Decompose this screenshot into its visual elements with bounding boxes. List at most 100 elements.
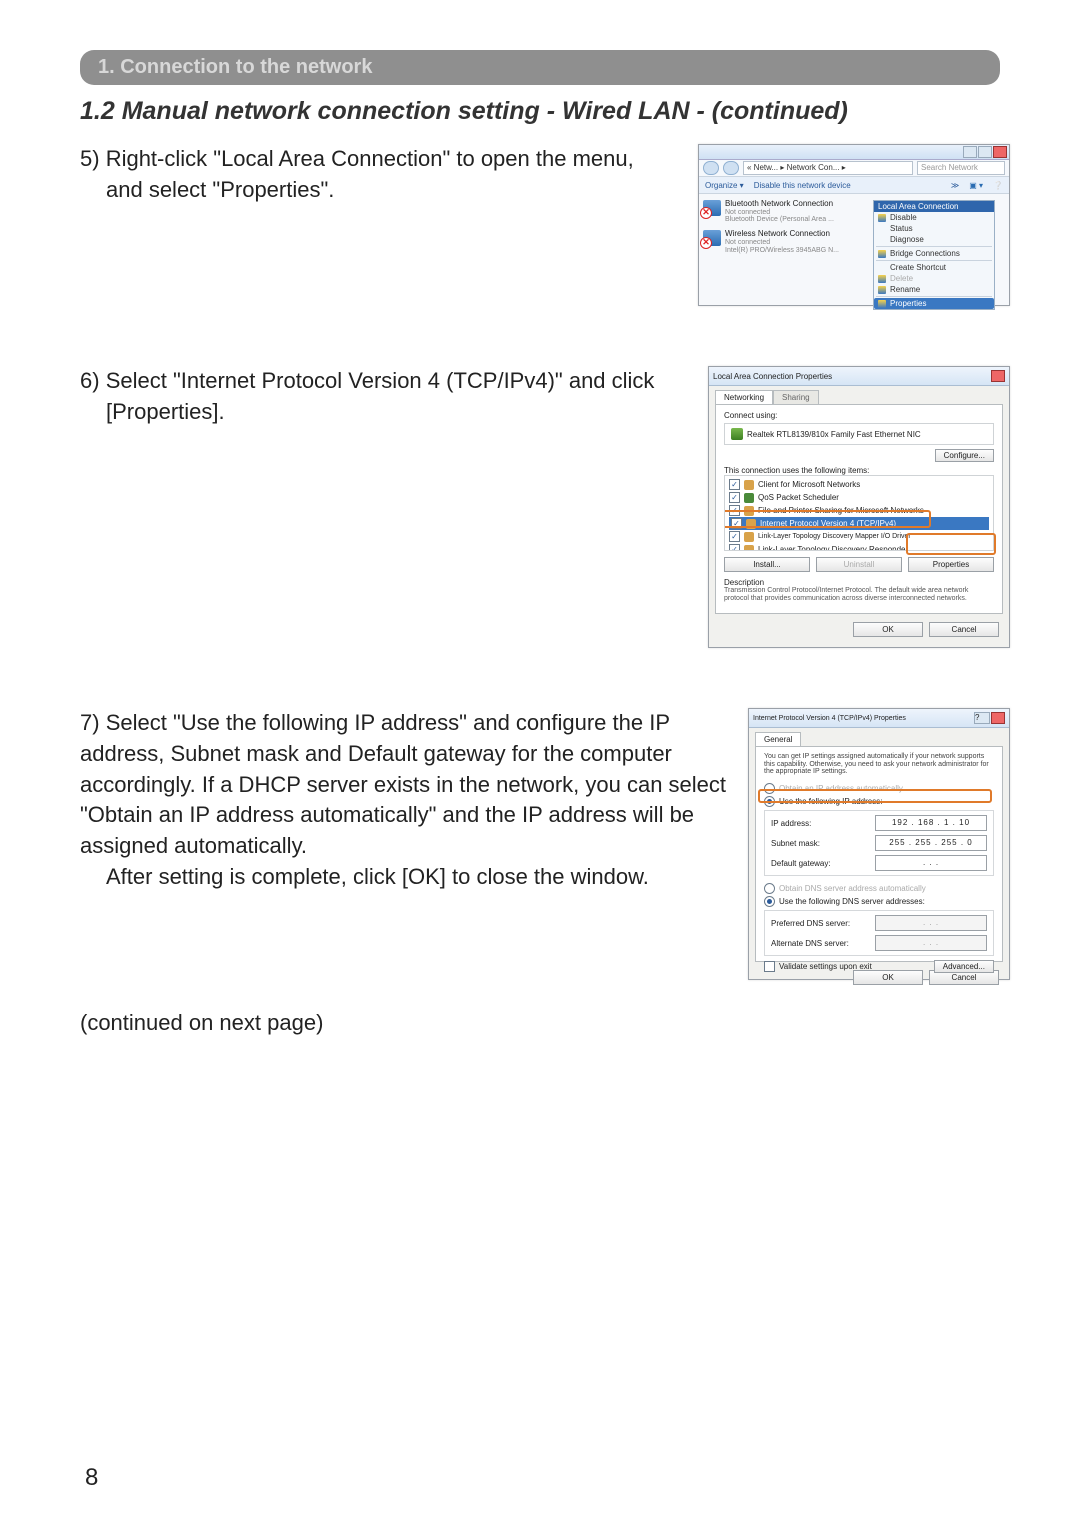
item-ipv4-selected[interactable]: ✓Internet Protocol Version 4 (TCP/IPv4) xyxy=(729,517,989,530)
lan-properties-dialog: Local Area Connection Properties Network… xyxy=(708,366,1010,648)
mask-input[interactable]: 255 . 255 . 255 . 0 xyxy=(875,835,987,851)
step-6-thumbnail: Local Area Connection Properties Network… xyxy=(708,366,1010,648)
validate-checkbox[interactable]: Validate settings upon exit xyxy=(764,960,872,973)
section-title: 1.2 Manual network connection setting - … xyxy=(80,97,1010,126)
section-header-bar: 1. Connection to the network xyxy=(80,50,1000,85)
step-5-text: 5) Right-click "Local Area Connection" t… xyxy=(80,144,678,206)
advanced-button[interactable]: Advanced... xyxy=(934,960,994,973)
dns1-label: Preferred DNS server: xyxy=(771,919,850,928)
step-5-number: 5) xyxy=(80,146,100,171)
ctx-delete[interactable]: Delete xyxy=(874,273,994,284)
dns2-label: Alternate DNS server: xyxy=(771,939,849,948)
ok-button[interactable]: OK xyxy=(853,622,923,637)
step-7-number: 7) xyxy=(80,710,100,735)
step-6-line1: Select "Internet Protocol Version 4 (TCP… xyxy=(106,368,655,393)
disconnected-icon: ✕ xyxy=(700,237,712,249)
explorer-address-bar: « Netw... ▸ Network Con... ▸ Search Netw… xyxy=(699,160,1009,177)
install-button[interactable]: Install... xyxy=(724,557,810,572)
explorer-titlebar xyxy=(699,145,1009,160)
shield-icon xyxy=(878,300,886,308)
conn2-title: Wireless Network Connection xyxy=(725,230,839,239)
organize-menu[interactable]: Organize ▾ xyxy=(705,181,744,190)
ctx-diagnose[interactable]: Diagnose xyxy=(874,234,994,245)
close-button[interactable] xyxy=(991,712,1005,724)
conn1-sub: Bluetooth Device (Personal Area ... xyxy=(725,216,834,224)
configure-button[interactable]: Configure... xyxy=(935,449,994,462)
maximize-button[interactable] xyxy=(978,146,992,158)
uninstall-button[interactable]: Uninstall xyxy=(816,557,902,572)
connection-list: ✕ Bluetooth Network Connection Not conne… xyxy=(699,194,869,308)
cancel-button[interactable]: Cancel xyxy=(929,622,999,637)
radio-obtain-ip[interactable]: Obtain an IP address automatically xyxy=(764,782,994,795)
step-7-text: 7) Select "Use the following IP address"… xyxy=(80,708,728,893)
shield-icon xyxy=(878,250,886,258)
explorer-toolbar: Organize ▾ Disable this network device ≫… xyxy=(699,177,1009,194)
ctx-disable[interactable]: Disable xyxy=(874,212,994,223)
step-6: 6) Select "Internet Protocol Version 4 (… xyxy=(80,366,1010,648)
item-lltd-driver[interactable]: ✓Link-Layer Topology Discovery Mapper I/… xyxy=(729,530,989,543)
forward-button[interactable] xyxy=(723,161,739,175)
ctx-header: Local Area Connection xyxy=(874,201,994,212)
dns2-input[interactable]: . . . xyxy=(875,935,987,951)
step-6-number: 6) xyxy=(80,368,100,393)
item-client[interactable]: ✓Client for Microsoft Networks xyxy=(729,478,989,491)
context-menu: Local Area Connection Disable Status Dia… xyxy=(873,200,995,310)
item-fps[interactable]: ✓File and Printer Sharing for Microsoft … xyxy=(729,504,989,517)
properties-button[interactable]: Properties xyxy=(908,557,994,572)
connection-item-bluetooth[interactable]: ✕ Bluetooth Network Connection Not conne… xyxy=(703,200,865,224)
back-button[interactable] xyxy=(703,161,719,175)
description-label: Description xyxy=(724,578,994,587)
disconnected-icon: ✕ xyxy=(700,207,712,219)
shield-icon xyxy=(878,214,886,222)
ctx-rename[interactable]: Rename xyxy=(874,284,994,295)
connection-item-wireless[interactable]: ✕ Wireless Network Connection Not connec… xyxy=(703,230,865,254)
gateway-input[interactable]: . . . xyxy=(875,855,987,871)
page-number: 8 xyxy=(85,1464,98,1492)
tab-sharing[interactable]: Sharing xyxy=(773,390,819,404)
help-button[interactable]: ? xyxy=(974,712,990,724)
tab-general[interactable]: General xyxy=(755,732,801,746)
radio-use-ip[interactable]: Use the following IP address: xyxy=(764,795,994,808)
close-button[interactable] xyxy=(993,146,1007,158)
item-qos[interactable]: ✓QoS Packet Scheduler xyxy=(729,491,989,504)
step-5-line2: and select "Properties". xyxy=(80,175,334,206)
items-label: This connection uses the following items… xyxy=(724,466,994,475)
step-6-line2: [Properties]. xyxy=(80,397,225,428)
radio-obtain-dns[interactable]: Obtain DNS server address automatically xyxy=(764,882,994,895)
conn2-status: Not connected xyxy=(725,239,839,247)
network-icon: ✕ xyxy=(703,230,721,246)
conn2-sub: Intel(R) PRO/Wireless 3945ABG N... xyxy=(725,247,839,255)
disable-device-button[interactable]: Disable this network device xyxy=(754,181,851,190)
general-panel: You can get IP settings assigned automat… xyxy=(755,746,1003,962)
step-7-para1: Select "Use the following IP address" an… xyxy=(80,710,726,858)
ipv4-properties-dialog: Internet Protocol Version 4 (TCP/IPv4) P… xyxy=(748,708,1010,980)
nic-name: Realtek RTL8139/810x Family Fast Etherne… xyxy=(747,430,921,439)
conn1-title: Bluetooth Network Connection xyxy=(725,200,834,209)
step-5-thumbnail: « Netw... ▸ Network Con... ▸ Search Netw… xyxy=(698,144,1010,306)
ctx-status[interactable]: Status xyxy=(874,223,994,234)
dialog-title: Internet Protocol Version 4 (TCP/IPv4) P… xyxy=(753,715,906,722)
search-input[interactable]: Search Network Connections xyxy=(917,161,1005,175)
step-5: 5) Right-click "Local Area Connection" t… xyxy=(80,144,1010,306)
ip-input[interactable]: 192 . 168 . 1 . 10 xyxy=(875,815,987,831)
step-7-thumbnail: Internet Protocol Version 4 (TCP/IPv4) P… xyxy=(748,708,1010,980)
shield-icon xyxy=(878,275,886,283)
networking-panel: Connect using: Realtek RTL8139/810x Fami… xyxy=(715,404,1003,614)
ctx-bridge[interactable]: Bridge Connections xyxy=(874,248,994,259)
dns1-input[interactable]: . . . xyxy=(875,915,987,931)
ctx-properties[interactable]: Properties xyxy=(874,298,994,309)
address-path[interactable]: « Netw... ▸ Network Con... ▸ xyxy=(743,161,913,175)
ctx-shortcut[interactable]: Create Shortcut xyxy=(874,262,994,273)
item-lltd-resp[interactable]: ✓Link-Layer Topology Discovery Responder xyxy=(729,543,989,551)
continued-text: (continued on next page) xyxy=(80,1010,1010,1036)
shield-icon xyxy=(878,286,886,294)
checkbox-icon xyxy=(764,961,775,972)
minimize-button[interactable] xyxy=(963,146,977,158)
tab-networking[interactable]: Networking xyxy=(715,390,773,404)
radio-use-dns[interactable]: Use the following DNS server addresses: xyxy=(764,895,994,908)
dialog-titlebar: Local Area Connection Properties xyxy=(709,367,1009,386)
dialog-titlebar: Internet Protocol Version 4 (TCP/IPv4) P… xyxy=(749,709,1009,728)
step-5-line1: Right-click "Local Area Connection" to o… xyxy=(106,146,634,171)
close-button[interactable] xyxy=(991,370,1005,382)
mask-label: Subnet mask: xyxy=(771,839,820,848)
